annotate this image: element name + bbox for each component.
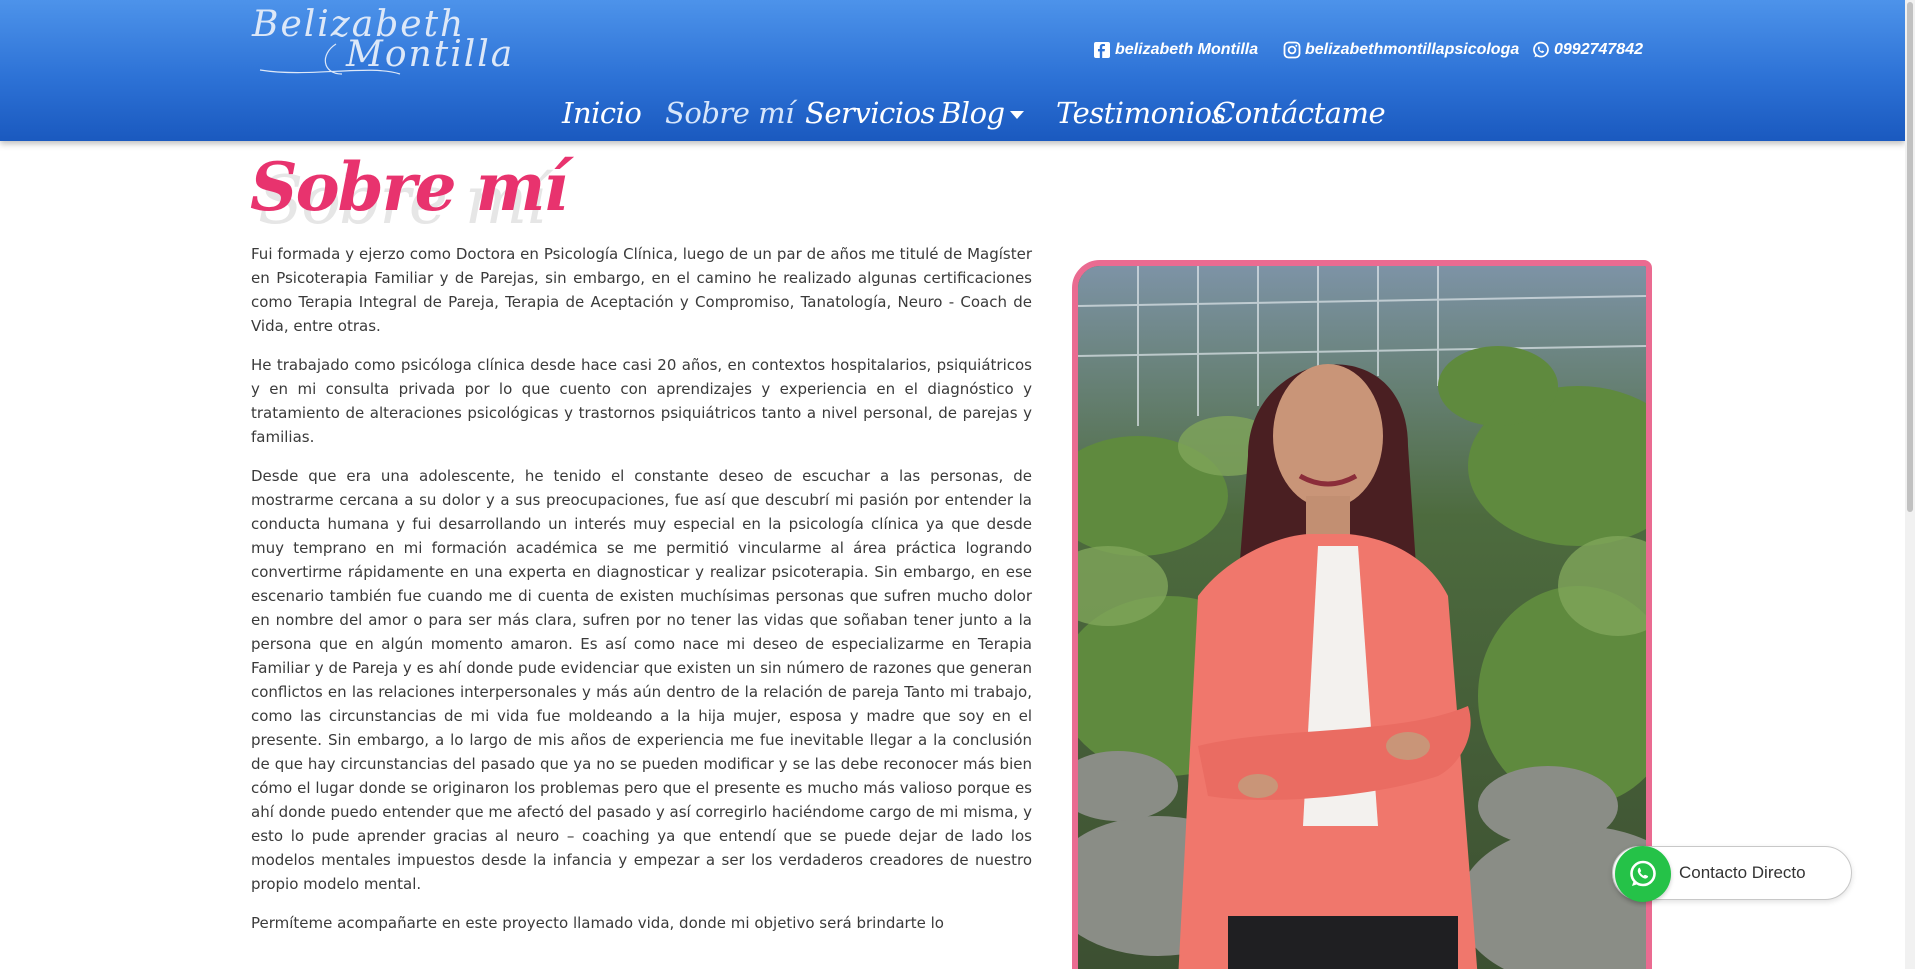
instagram-icon [1283, 41, 1301, 59]
paragraph: Permíteme acompañarte en este proyecto l… [251, 914, 944, 932]
nav-servicios[interactable]: Servicios [805, 96, 935, 130]
scrollbar-thumb[interactable] [1907, 2, 1913, 512]
nav-blog-label: Blog [940, 96, 1005, 130]
instagram-label: belizabethmontillapsicologa [1305, 41, 1520, 58]
instagram-link[interactable]: belizabethmontillapsicologa [1283, 38, 1519, 62]
facebook-label: belizabeth Montilla [1115, 41, 1259, 58]
nav-testimonios[interactable]: Testimonios [1056, 96, 1226, 130]
facebook-icon [1093, 41, 1111, 59]
contact-direct-label: Contacto Directo [1679, 863, 1806, 882]
logo-flourish [259, 43, 401, 75]
facebook-link[interactable]: belizabeth Montilla [1093, 38, 1258, 62]
nav-sobre-mi[interactable]: Sobre mí [665, 96, 794, 130]
paragraph: He trabajado como psicóloga clínica desd… [251, 356, 1032, 446]
whatsapp-icon [1615, 846, 1671, 902]
contact-direct-button[interactable]: Contacto Directo [1612, 846, 1852, 902]
paragraph: Fui formada y ejerzo como Doctora en Psi… [251, 245, 1032, 335]
main-nav: Inicio Sobre mí Servicios Blog Testimoni… [0, 96, 1905, 140]
whatsapp-label: 0992747842 [1554, 41, 1643, 58]
profile-photo-illustration [1078, 266, 1646, 969]
site-header: Belizabeth Montilla belizabeth Montilla … [0, 0, 1905, 141]
page-title: Sobre mí [250, 148, 568, 226]
nav-contactame[interactable]: Contáctame [1213, 96, 1386, 130]
nav-blog[interactable]: Blog [940, 96, 1024, 130]
whatsapp-icon [1532, 41, 1550, 59]
whatsapp-link[interactable]: 0992747842 [1532, 38, 1643, 62]
chevron-down-icon [1009, 111, 1024, 119]
paragraph: Desde que era una adolescente, he tenido… [251, 467, 1032, 893]
nav-inicio[interactable]: Inicio [562, 96, 642, 130]
page-title-block: Sobre mí Sobre mí [250, 148, 650, 239]
about-text: Fui formada y ejerzo como Doctora en Psi… [251, 242, 1032, 950]
page-scrollbar[interactable] [1905, 0, 1915, 969]
site-logo[interactable]: Belizabeth Montilla [250, 4, 550, 80]
profile-photo [1072, 260, 1652, 969]
